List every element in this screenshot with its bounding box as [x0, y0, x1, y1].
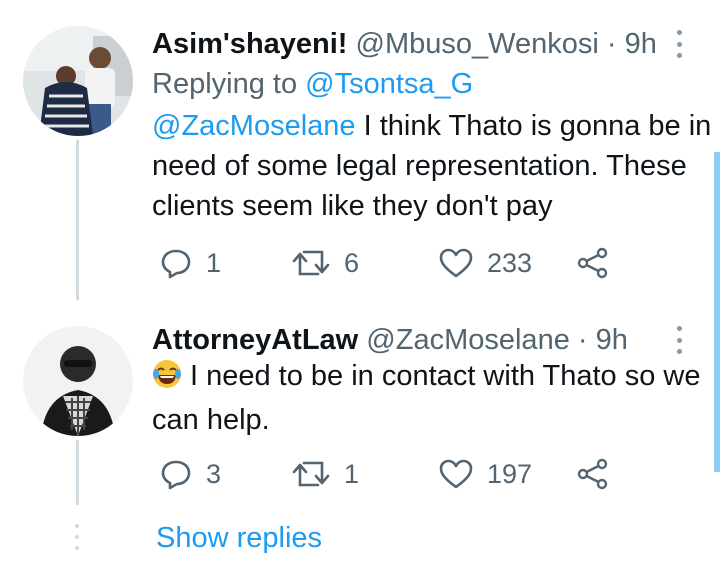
- share-icon: [577, 247, 608, 279]
- heart-icon: [439, 459, 473, 489]
- replying-to: Replying to @Tsontsa_G: [152, 64, 473, 104]
- tweet-text: @ZacMoselane I think Thato is gonna be i…: [152, 106, 712, 226]
- mention-link[interactable]: @ZacMoselane: [152, 110, 356, 142]
- thread-line: [76, 140, 79, 300]
- display-name[interactable]: AttorneyAtLaw: [152, 324, 358, 356]
- retweet-button[interactable]: 1: [292, 454, 359, 494]
- separator: ·: [577, 324, 588, 356]
- scrollbar[interactable]: [714, 152, 720, 472]
- share-button[interactable]: [577, 454, 609, 494]
- reply-count: 1: [206, 247, 222, 278]
- replying-to-link[interactable]: @Tsontsa_G: [305, 68, 473, 100]
- heart-icon: [439, 248, 473, 278]
- retweet-button[interactable]: 6: [292, 243, 359, 283]
- thread-dots: [73, 524, 81, 550]
- action-bar: 3 1 197: [152, 454, 712, 494]
- reply-icon: [161, 249, 191, 279]
- action-bar: 1 6 233: [152, 243, 712, 283]
- like-button[interactable]: 233: [439, 243, 532, 283]
- more-options-icon[interactable]: [674, 326, 684, 354]
- thread-line: [76, 440, 79, 505]
- reply-button[interactable]: 1: [160, 243, 221, 283]
- laughing-emoji-icon: [152, 359, 182, 400]
- share-icon: [577, 458, 608, 490]
- reply-button[interactable]: 3: [160, 454, 221, 494]
- share-button[interactable]: [577, 243, 609, 283]
- reply-icon: [161, 460, 191, 490]
- tweet-header: Asim'shayeni! @Mbuso_Wenkosi · 9h: [152, 24, 657, 64]
- retweet-icon: [292, 250, 330, 276]
- retweet-count: 1: [344, 458, 360, 489]
- tweet[interactable]: AttorneyAtLaw @ZacMoselane · 9h I need t…: [0, 300, 720, 505]
- like-button[interactable]: 197: [439, 454, 532, 494]
- user-handle[interactable]: @Mbuso_Wenkosi: [356, 28, 599, 60]
- avatar[interactable]: [23, 326, 133, 436]
- replying-prefix: Replying to: [152, 68, 306, 100]
- tweet[interactable]: Asim'shayeni! @Mbuso_Wenkosi · 9h Replyi…: [0, 0, 720, 300]
- avatar[interactable]: [23, 26, 133, 136]
- user-handle[interactable]: @ZacMoselane: [366, 324, 570, 356]
- more-options-icon[interactable]: [674, 30, 684, 58]
- timestamp[interactable]: 9h: [625, 28, 657, 60]
- tweet-text: I need to be in contact with Thato so we…: [152, 356, 712, 440]
- retweet-icon: [292, 461, 330, 487]
- separator: ·: [606, 28, 617, 60]
- show-replies-link[interactable]: Show replies: [156, 518, 322, 558]
- timestamp[interactable]: 9h: [596, 324, 628, 356]
- tweet-header: AttorneyAtLaw @ZacMoselane · 9h: [152, 320, 628, 360]
- retweet-count: 6: [344, 247, 360, 278]
- like-count: 197: [487, 458, 533, 489]
- tweet-body: I need to be in contact with Thato so we…: [152, 360, 701, 436]
- display-name[interactable]: Asim'shayeni!: [152, 28, 347, 60]
- reply-count: 3: [206, 458, 222, 489]
- like-count: 233: [487, 247, 533, 278]
